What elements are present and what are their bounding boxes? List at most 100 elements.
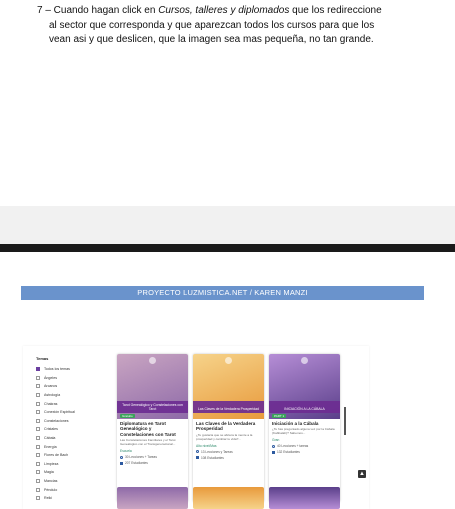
card-body: Diplomatura en Tarot Genealógico y Const… (117, 419, 188, 467)
checkbox[interactable] (36, 427, 40, 432)
sidebar-item[interactable]: Flores de Bach (36, 451, 106, 460)
sidebar-item[interactable]: Conexión Espiritual (36, 408, 106, 417)
checkbox[interactable] (36, 487, 40, 492)
sidebar-item-label: Arcanos (44, 384, 58, 389)
sidebar-item-label: Péndulo (44, 487, 58, 492)
course-lessons: 30 Lecciones + Tareas (120, 455, 185, 459)
checkbox[interactable] (36, 384, 40, 389)
line1-prefix: 7 – Cuando hagan click en (37, 5, 159, 16)
course-students: 132 Estudiantes (272, 450, 337, 454)
course-lessons: 13 Lecciones y Tareas (196, 450, 261, 454)
course-lessons: 40 Lecciones + tareas (272, 444, 337, 448)
course-title[interactable]: Las Claves de la Verdadera Prosperidad (196, 421, 261, 432)
course-image[interactable]: Tarot Genealógico y Constelaciones con T… (117, 354, 188, 419)
course-card[interactable]: INICIACIÓN A LA CÁBALA PART 1 Iniciación… (269, 354, 340, 502)
course-level: Escuela (120, 449, 132, 454)
sidebar-item-label: Conexión Espiritual (44, 410, 75, 415)
logo-icon (149, 357, 156, 364)
sidebar-item[interactable]: Chakras (36, 399, 106, 408)
image-title: Las Claves de la Verdadera Prosperidad (198, 407, 259, 411)
courses-screenshot: Temas Todos los temas Ángeles Arcanos Astro… (23, 346, 369, 509)
course-students: 108 Estudiantes (196, 456, 261, 460)
sidebar-item[interactable]: Astrología (36, 391, 106, 400)
checkbox[interactable] (36, 461, 40, 466)
sidebar-item[interactable]: Cristales (36, 425, 106, 434)
sidebar-item[interactable]: Limpieza (36, 460, 106, 469)
course-title[interactable]: Diplomatura en Tarot Genealógico y Const… (120, 421, 185, 437)
checkbox[interactable] (36, 496, 40, 501)
sidebar-item[interactable]: Reiki (36, 494, 106, 503)
course-description: ¿Te has preguntado alguna vez por la Cáb… (272, 427, 335, 436)
sidebar-item[interactable]: Magia (36, 468, 106, 477)
sidebar-item-label: Constelaciones (44, 418, 69, 423)
sidebar-item[interactable]: Todos los temas (36, 365, 106, 374)
checkbox[interactable] (36, 479, 40, 484)
students-icon (120, 461, 123, 465)
chevron-up-icon: ▲ (359, 471, 365, 477)
course-level: Gran (272, 438, 280, 443)
checkbox[interactable] (36, 418, 40, 423)
next-row-course-image[interactable] (193, 487, 264, 509)
sidebar-title: Temas (36, 356, 49, 361)
sidebar-item[interactable]: Constelaciones (36, 417, 106, 426)
scroll-up-button[interactable]: ▲ (358, 470, 366, 478)
lessons-icon (272, 444, 275, 448)
sidebar-item[interactable]: Ángeles (36, 374, 106, 383)
topics-sidebar: Temas Todos los temas Ángeles Arcanos Astro… (36, 356, 106, 503)
course-description: Las Constelaciones Familiares y el Tarot… (120, 438, 176, 447)
instruction-text: 7 – Cuando hagan click en Cursos, taller… (37, 4, 427, 48)
course-title[interactable]: Iniciación a la Cábala (272, 421, 337, 426)
sidebar-item-label: Magia (44, 470, 54, 475)
students-text: 207 Estudiantes (125, 461, 148, 466)
sidebar-item[interactable]: Mancias (36, 477, 106, 486)
checkbox[interactable] (36, 453, 40, 458)
image-title: Tarot Genealógico y Constelaciones con T… (122, 403, 183, 411)
checkbox[interactable] (36, 436, 40, 441)
checkbox[interactable] (36, 444, 40, 449)
page-separator-band (0, 206, 455, 244)
students-text: 108 Estudiantes (201, 455, 224, 460)
sidebar-item-label: Cábala (44, 436, 56, 441)
course-card[interactable]: Tarot Genealógico y Constelaciones con T… (117, 354, 188, 502)
checkbox[interactable] (36, 470, 40, 475)
sidebar-item[interactable]: Energía (36, 442, 106, 451)
lessons-text: 13 Lecciones y Tareas (201, 449, 233, 454)
instruction-line-3: vean asi y que deslicen, que la imagen s… (49, 34, 374, 45)
checkbox[interactable] (36, 401, 40, 406)
sidebar-item-label: Astrología (44, 393, 61, 398)
card-body: Las Claves de la Verdadera Prosperidad ¿… (193, 419, 264, 462)
image-title: INICIACIÓN A LA CÁBALA (284, 407, 325, 411)
image-badge: PART 1 (272, 414, 287, 418)
sidebar-item[interactable]: Arcanos (36, 382, 106, 391)
students-icon (196, 456, 199, 460)
lessons-text: 40 Lecciones + tareas (277, 444, 309, 449)
course-image[interactable]: INICIACIÓN A LA CÁBALA PART 1 (269, 354, 340, 419)
sidebar-item-label: Mancias (44, 479, 58, 484)
checkbox[interactable] (36, 367, 40, 372)
checkbox[interactable] (36, 393, 40, 398)
sidebar-item-label: Chakras (44, 401, 58, 406)
sidebar-item[interactable]: Cábala (36, 434, 106, 443)
sidebar-item-label: Flores de Bach (44, 453, 69, 458)
sidebar-item-label: Todos los temas (44, 367, 70, 372)
next-row-course-image[interactable] (269, 487, 340, 509)
line1-suffix: que los redireccione (289, 5, 382, 16)
lessons-icon (196, 450, 199, 454)
scrollbar[interactable] (344, 407, 346, 435)
course-students: 207 Estudiantes (120, 461, 185, 465)
checkbox[interactable] (36, 375, 40, 380)
sidebar-list: Todos los temas Ángeles Arcanos Astrología C… (36, 365, 106, 503)
instruction-line-1: 7 – Cuando hagan click en Cursos, taller… (37, 5, 382, 16)
instruction-line-2: al sector que corresponda y que aparezca… (49, 19, 375, 31)
image-badge: Gratuito (120, 414, 135, 418)
checkbox[interactable] (36, 410, 40, 415)
students-icon (272, 450, 275, 454)
sidebar-item[interactable]: Péndulo (36, 485, 106, 494)
course-image[interactable]: Las Claves de la Verdadera Prosperidad (193, 354, 264, 419)
project-banner: PROYECTO LUZMISTICA.NET / KAREN MANZI (21, 286, 424, 300)
sidebar-item-label: Limpieza (44, 461, 59, 466)
page-separator-bar (0, 244, 455, 252)
next-row-course-image[interactable] (117, 487, 188, 509)
course-card[interactable]: Las Claves de la Verdadera Prosperidad L… (193, 354, 264, 502)
students-text: 132 Estudiantes (277, 450, 300, 455)
